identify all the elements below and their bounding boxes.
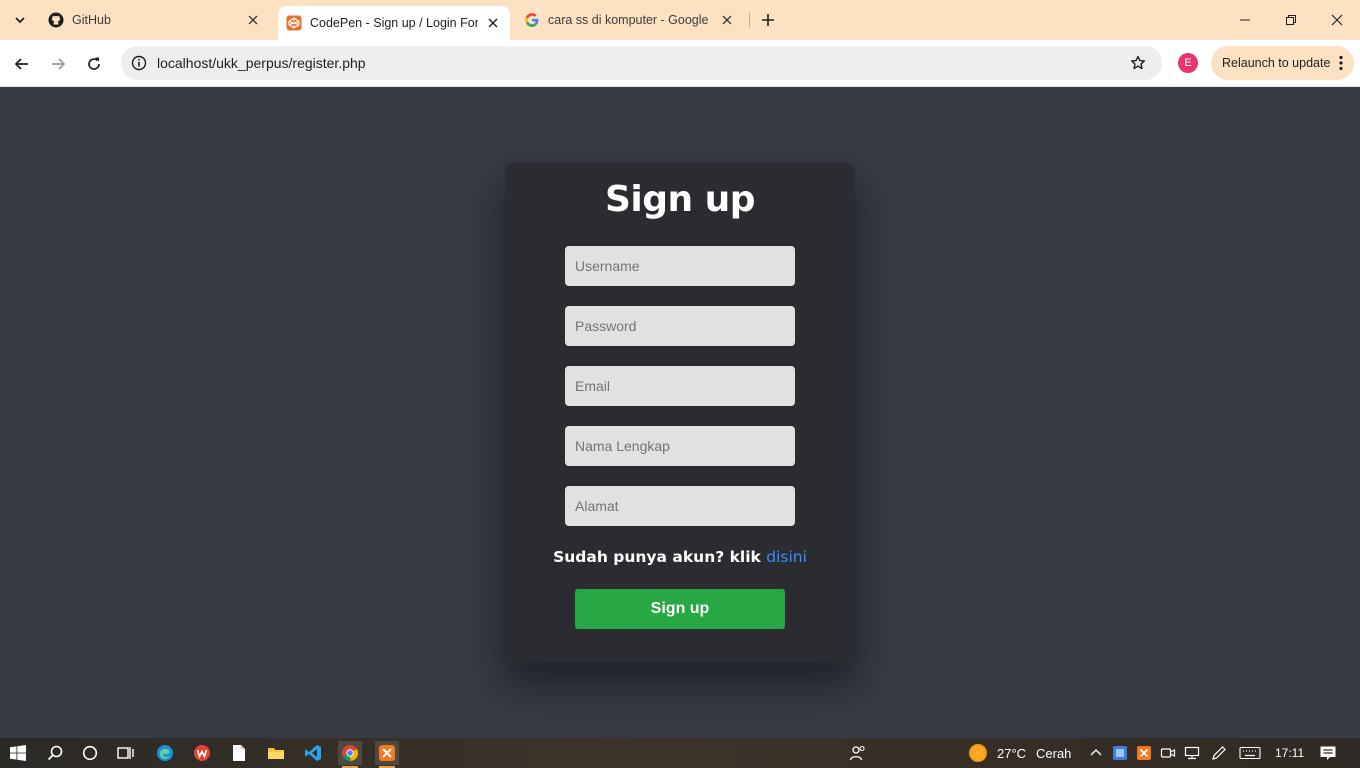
minimize-button[interactable] (1222, 0, 1268, 40)
chevron-up-icon (1090, 749, 1102, 756)
clock-time[interactable]: 17:11 (1275, 746, 1304, 760)
start-button[interactable] (6, 741, 30, 765)
minimize-icon (1240, 19, 1250, 21)
address-bar[interactable]: localhost/ukk_perpus/register.php (121, 46, 1162, 80)
edge-icon (157, 745, 173, 761)
github-icon (48, 12, 64, 28)
task-view-icon (117, 747, 134, 759)
address-field[interactable] (565, 486, 795, 526)
windows-logo-icon (10, 745, 26, 761)
tab-title: GitHub (72, 13, 111, 27)
edge-button[interactable] (153, 741, 177, 765)
username-field[interactable] (565, 246, 795, 286)
people-button[interactable] (846, 741, 870, 765)
search-button[interactable] (43, 741, 67, 765)
tab-search-button[interactable] (8, 8, 32, 32)
browser-toolbar: localhost/ukk_perpus/register.php E Rela… (0, 40, 1360, 87)
relaunch-label: Relaunch to update (1222, 56, 1331, 70)
notepad-button[interactable] (227, 741, 251, 765)
back-button[interactable] (8, 50, 36, 78)
wps-office-button[interactable] (190, 741, 214, 765)
signup-card: Sign up Sudah punya akun? klik disini Si… (505, 163, 855, 663)
notifications-button[interactable] (1316, 741, 1340, 765)
url-text[interactable]: localhost/ukk_perpus/register.php (157, 55, 366, 71)
relaunch-button[interactable]: Relaunch to update (1211, 46, 1354, 80)
tab-codepen[interactable]: CodePen - Sign up / Login Form (278, 6, 510, 40)
more-vert-icon[interactable] (1338, 55, 1344, 71)
xampp-icon (379, 745, 395, 761)
reload-icon (88, 57, 100, 70)
document-icon (233, 745, 245, 761)
login-prompt: Sudah punya akun? klik disini (505, 548, 855, 566)
tray-camera[interactable] (1156, 741, 1180, 765)
tray-app-icon (1113, 746, 1127, 760)
sun-icon (969, 744, 987, 762)
site-info-icon[interactable] (129, 53, 149, 73)
arrow-right-icon (52, 58, 66, 70)
task-view-button[interactable] (114, 741, 138, 765)
tab-separator (749, 12, 750, 28)
close-icon[interactable] (718, 11, 736, 29)
restore-button[interactable] (1268, 0, 1314, 40)
keyboard-icon (1239, 746, 1261, 760)
tray-chevron-button[interactable] (1084, 741, 1108, 765)
signup-button[interactable]: Sign up (575, 589, 785, 629)
page-title: Sign up (604, 179, 756, 220)
file-explorer-button[interactable] (264, 741, 288, 765)
cortana-button[interactable] (78, 741, 102, 765)
pen-icon (1212, 746, 1226, 760)
tab-title: CodePen - Sign up / Login Form (310, 16, 478, 30)
login-link[interactable]: disini (766, 548, 807, 566)
tray-xampp[interactable] (1132, 741, 1156, 765)
close-icon (1331, 14, 1343, 26)
weather-temperature: 27°C (997, 746, 1027, 761)
browser-tabstrip: GitHub CodePen - Sign up / Login Form ca… (0, 0, 1360, 40)
notification-icon (1320, 746, 1336, 760)
restore-icon (1286, 15, 1296, 25)
close-icon[interactable] (244, 11, 262, 29)
password-field[interactable] (565, 306, 795, 346)
vscode-button[interactable] (301, 741, 325, 765)
tab-google-search[interactable]: cara ss di komputer - Google Search (516, 0, 744, 40)
tray-pen[interactable] (1207, 741, 1231, 765)
folder-icon (268, 748, 284, 759)
tray-keyboard[interactable] (1238, 741, 1262, 765)
search-icon (47, 745, 63, 761)
close-window-button[interactable] (1314, 0, 1360, 40)
new-tab-button[interactable] (757, 9, 779, 31)
cortana-circle-icon (82, 745, 98, 761)
chrome-icon (342, 745, 359, 762)
network-icon (1184, 746, 1200, 760)
vscode-icon (305, 745, 321, 761)
arrow-left-icon (14, 58, 28, 70)
windows-taskbar: 27°C Cerah 17:11 (0, 738, 1360, 768)
google-icon (524, 12, 540, 28)
people-icon (849, 745, 865, 761)
forward-button[interactable] (44, 50, 72, 78)
profile-avatar[interactable]: E (1178, 53, 1198, 73)
chevron-down-icon (15, 17, 25, 24)
login-prompt-text: Sudah punya akun? klik (553, 548, 767, 566)
weather-widget[interactable] (966, 741, 990, 765)
xampp-button[interactable] (375, 741, 399, 768)
camera-icon (1160, 748, 1176, 758)
reload-button[interactable] (80, 50, 108, 78)
chrome-button[interactable] (338, 741, 362, 768)
email-field[interactable] (565, 366, 795, 406)
tray-network[interactable] (1180, 741, 1204, 765)
tray-app-1[interactable] (1108, 741, 1132, 765)
fullname-field[interactable] (565, 426, 795, 466)
close-icon[interactable] (484, 14, 502, 32)
codepen-icon (286, 15, 302, 31)
wps-office-icon (194, 745, 210, 761)
tab-github[interactable]: GitHub (40, 0, 270, 40)
plus-icon (762, 14, 774, 26)
weather-description: Cerah (1036, 746, 1072, 761)
xampp-icon (1137, 746, 1151, 760)
tab-title: cara ss di komputer - Google Search (548, 13, 712, 27)
bookmark-star-icon[interactable] (1128, 53, 1148, 73)
